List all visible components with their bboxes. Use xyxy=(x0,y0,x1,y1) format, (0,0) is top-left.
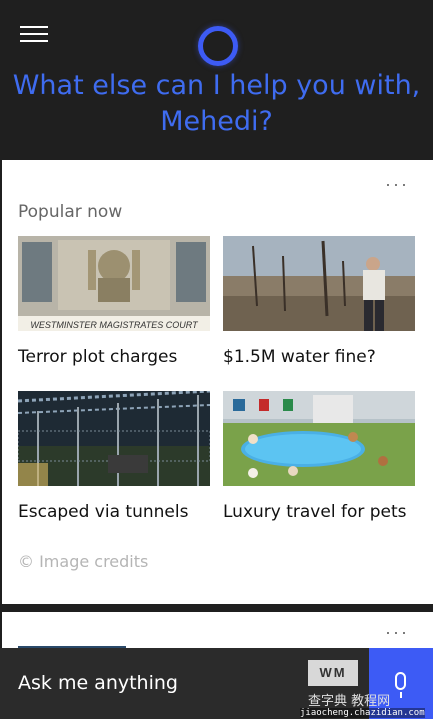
watermark-url: jiaocheng.chazidian.com xyxy=(300,708,425,718)
court-sign-text: WESTMINSTER MAGISTRATES COURT xyxy=(30,320,199,330)
menu-line xyxy=(20,26,48,28)
news-tile-terror-plot[interactable]: WESTMINSTER MAGISTRATES COURT Terror plo… xyxy=(18,236,210,367)
menu-line xyxy=(20,40,48,42)
court-building-image: WESTMINSTER MAGISTRATES COURT xyxy=(18,236,210,331)
site-watermark: WM 查字典 教程网 jiaocheng.chazidian.com xyxy=(300,656,433,719)
news-tile-water-fine[interactable]: $1.5M water fine? xyxy=(223,236,415,367)
prison-fence-image xyxy=(18,391,210,486)
menu-line xyxy=(20,33,48,35)
section-title: Popular now xyxy=(18,202,123,222)
card-more-options-icon[interactable]: ··· xyxy=(385,174,409,195)
image-credits-link[interactable]: © Image credits xyxy=(18,552,148,571)
tile-caption: Luxury travel for pets xyxy=(223,502,407,522)
greeting-line-1: What else can I help you with, xyxy=(12,70,421,101)
greeting-line-2: Mehedi? xyxy=(160,106,273,137)
news-tile-pet-travel[interactable]: Luxury travel for pets xyxy=(223,391,415,522)
next-card: ··· xyxy=(2,612,433,652)
cortana-ring-icon xyxy=(198,26,238,66)
tile-caption: Escaped via tunnels xyxy=(18,502,189,522)
cortana-greeting: What else can I help you with, Mehedi? xyxy=(0,68,433,140)
tile-caption: $1.5M water fine? xyxy=(223,347,376,367)
pet-pool-image xyxy=(223,391,415,486)
card-separator xyxy=(0,604,433,612)
hamburger-menu-icon[interactable] xyxy=(20,24,48,44)
popular-now-card: ··· Popular now WESTMINSTER MAGISTRATES … xyxy=(2,160,433,604)
watermark-site-name: 查字典 教程网 xyxy=(308,694,391,709)
news-tile-escaped[interactable]: Escaped via tunnels xyxy=(18,391,210,522)
cortana-header: What else can I help you with, Mehedi? xyxy=(0,0,433,160)
tile-caption: Terror plot charges xyxy=(18,347,178,367)
vineyard-man-image xyxy=(223,236,415,331)
card-more-options-icon[interactable]: ··· xyxy=(385,622,409,643)
watermark-logo: WM xyxy=(308,660,358,686)
